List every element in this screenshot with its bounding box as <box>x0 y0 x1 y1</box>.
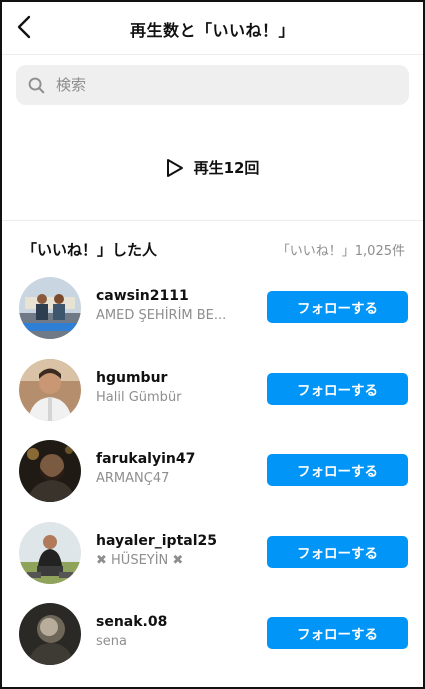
username[interactable]: cawsin2111 <box>96 287 256 306</box>
play-icon <box>166 158 183 177</box>
list-item[interactable]: cawsin2111 AMED ŞEHİRİM BE... フォローする <box>2 277 423 359</box>
user-info: farukalyin47 ARMANÇ47 <box>96 450 256 489</box>
likes-title: 「いいね！」した人 <box>22 240 158 259</box>
user-info: hgumbur Halil Gümbür <box>96 369 256 408</box>
list-item[interactable]: senak.08 sena フォローする <box>2 603 423 685</box>
play-count: 再生12回 <box>193 159 260 177</box>
page-title: 再生数と「いいね！」 <box>129 21 295 40</box>
search-input[interactable] <box>54 75 397 95</box>
search-box[interactable] <box>16 65 409 105</box>
likes-count: 「いいね！」1,025件 <box>276 243 405 259</box>
user-info: cawsin2111 AMED ŞEHİRİM BE... <box>96 287 256 326</box>
full-name: Halil Gümbür <box>96 389 182 405</box>
username[interactable]: farukalyin47 <box>96 450 256 469</box>
list-item[interactable]: hgumbur Halil Gümbür フォローする <box>2 358 423 441</box>
search-icon <box>28 77 45 93</box>
full-name: ARMANÇ47 <box>96 471 170 486</box>
avatar[interactable] <box>19 603 81 665</box>
avatar[interactable] <box>19 440 81 502</box>
full-name: AMED ŞEHİRİM BE... <box>96 308 227 323</box>
follow-button[interactable]: フォローする <box>267 291 408 323</box>
list-item[interactable]: farukalyin47 ARMANÇ47 フォローする <box>2 440 423 522</box>
avatar[interactable] <box>19 277 81 339</box>
search-bar <box>2 55 423 115</box>
avatar[interactable] <box>19 521 81 584</box>
user-info: senak.08 sena <box>96 613 256 652</box>
username[interactable]: senak.08 <box>96 613 256 632</box>
likers-list: cawsin2111 AMED ŞEHİRİM BE... フォローする hgu… <box>2 277 423 685</box>
avatar[interactable] <box>19 358 81 421</box>
likes-screen: 再生数と「いいね！」 再生12回 「いいね！」した人 「いいね！」1,025件 <box>0 0 425 689</box>
user-info: hayaler_iptal25 ✖ HÜSEYİN ✖ <box>96 532 256 571</box>
likes-header: 「いいね！」した人 「いいね！」1,025件 <box>2 221 423 277</box>
list-item[interactable]: hayaler_iptal25 ✖ HÜSEYİN ✖ フォローする <box>2 521 423 604</box>
full-name: ✖ HÜSEYİN ✖ <box>96 552 184 568</box>
follow-button[interactable]: フォローする <box>267 454 408 486</box>
follow-button[interactable]: フォローする <box>267 372 408 405</box>
username[interactable]: hgumbur <box>96 369 256 388</box>
header: 再生数と「いいね！」 <box>2 2 423 55</box>
username[interactable]: hayaler_iptal25 <box>96 532 256 551</box>
follow-button[interactable]: フォローする <box>267 535 408 568</box>
plays-section: 再生12回 <box>2 115 423 221</box>
follow-button[interactable]: フォローする <box>267 617 408 649</box>
full-name: sena <box>96 634 127 649</box>
